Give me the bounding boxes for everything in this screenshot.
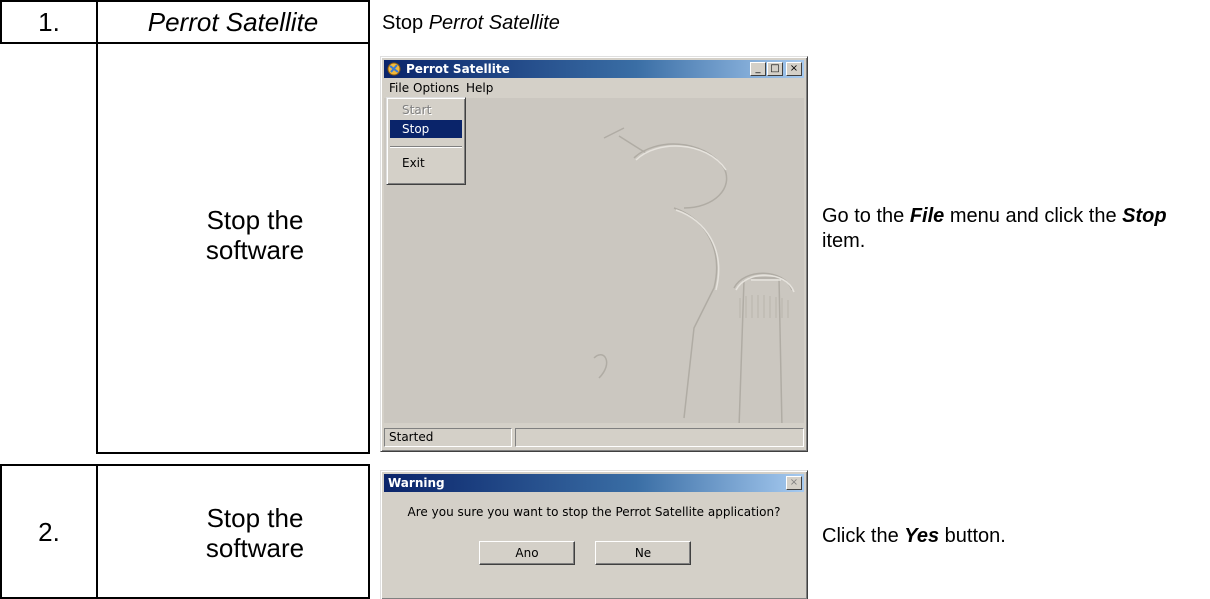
step1-instr-text-3: item. [822, 230, 866, 252]
no-button[interactable]: Ne [595, 541, 691, 565]
step1-instr-text-1: Go to the [822, 205, 910, 227]
maximize-button[interactable]: □ [767, 62, 783, 76]
step2-task: Stop the software [205, 503, 305, 563]
dialog-message: Are you sure you want to stop the Perrot… [407, 505, 781, 519]
step2-instr-text-2: button. [939, 525, 1006, 547]
step2-instr-text-1: Click the [822, 525, 905, 547]
menu-item-exit[interactable]: Exit [390, 154, 462, 172]
step1-instruction: Go to the File menu and click the Stop i… [822, 204, 1202, 254]
dialog-titlebar[interactable]: Warning × [384, 474, 804, 492]
step1-number: 1. [38, 7, 60, 37]
statusbar: Started [384, 426, 804, 448]
step1-app-name: Perrot Satellite [147, 7, 319, 37]
step1-instr-text-2: menu and click the [944, 205, 1123, 227]
dialog-title: Warning [388, 476, 445, 490]
satellite-app-icon [387, 62, 401, 76]
step2-instr-yes: Yes [904, 525, 940, 547]
step1-instr-stop: Stop [1122, 205, 1167, 227]
yes-button[interactable]: Ano [479, 541, 575, 565]
step1-instr-file: File [909, 205, 945, 227]
step1-caption-prefix: Stop [382, 12, 429, 34]
menu-item-start[interactable]: Start [390, 101, 462, 119]
step2-number: 2. [38, 516, 60, 547]
app-window: Perrot Satellite _ □ × File Options Help [380, 56, 808, 452]
menu-separator [390, 146, 462, 148]
minimize-button[interactable]: _ [750, 62, 766, 76]
menubar: File Options Help [384, 79, 804, 97]
status-text: Started [384, 428, 512, 447]
menu-file[interactable]: File [389, 81, 409, 95]
menu-help[interactable]: Help [466, 81, 493, 95]
app-title: Perrot Satellite [406, 62, 510, 76]
step1-caption: Stop Perrot Satellite [382, 11, 560, 35]
app-titlebar[interactable]: Perrot Satellite _ □ × [384, 60, 804, 78]
step1-task: Stop the software [205, 205, 305, 265]
close-button[interactable]: × [786, 62, 802, 76]
step1-caption-app: Perrot Satellite [428, 12, 560, 34]
status-panel-2 [515, 428, 804, 447]
file-menu-dropdown: Start Stop Exit [386, 97, 466, 185]
warning-dialog: Warning × Are you sure you want to stop … [380, 470, 808, 599]
dialog-close-button[interactable]: × [786, 476, 802, 490]
step2-instruction: Click the Yes button. [822, 524, 1202, 549]
menu-item-stop[interactable]: Stop [390, 120, 462, 138]
menu-options[interactable]: Options [413, 81, 459, 95]
